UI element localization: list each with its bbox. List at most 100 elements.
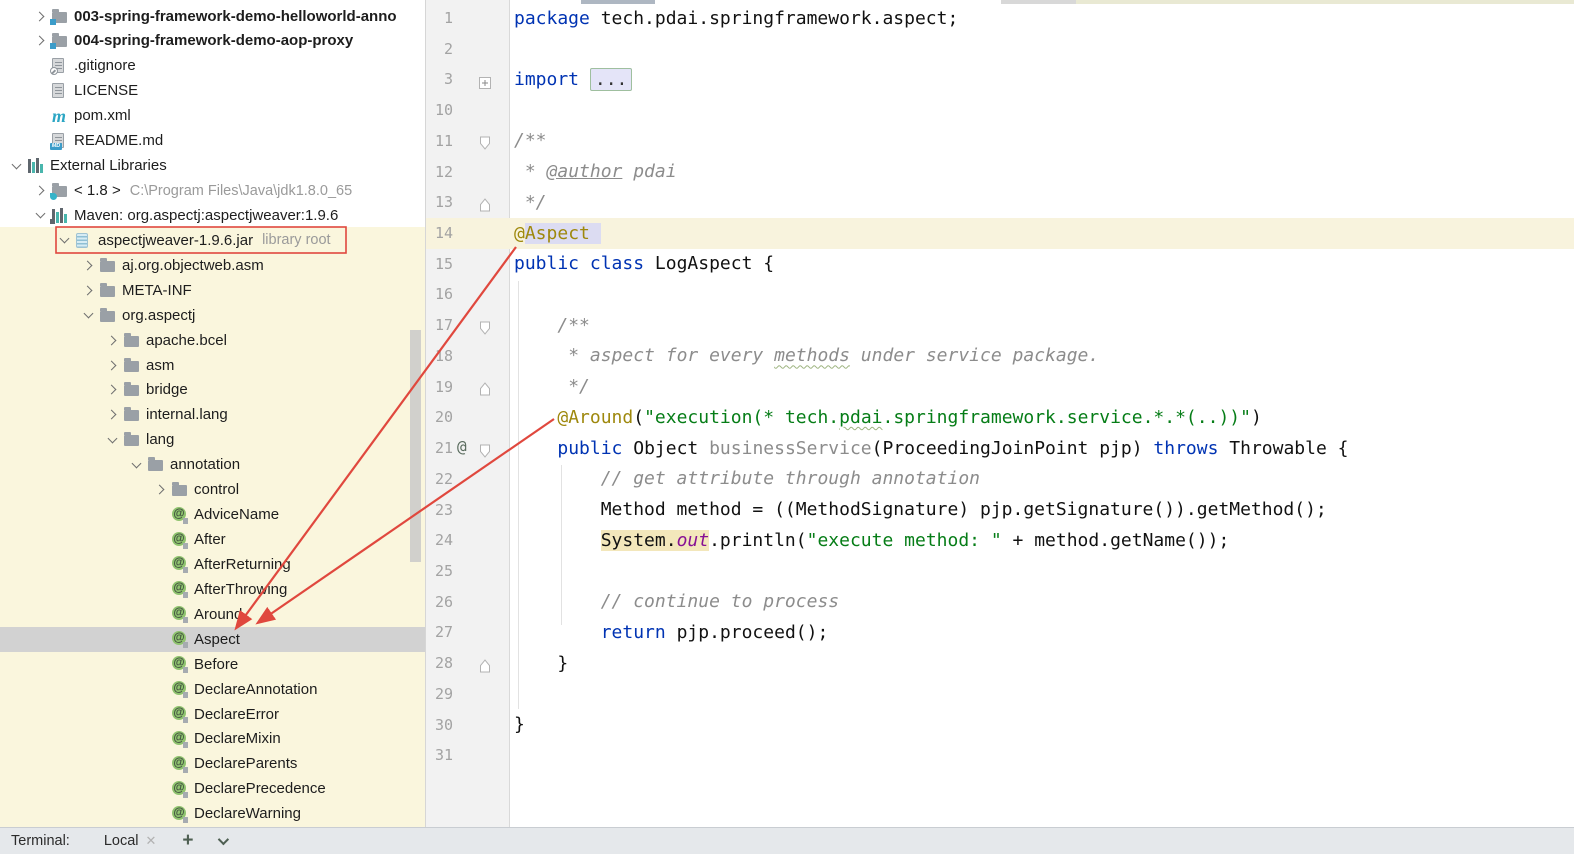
tree-item-aspect[interactable]: @Aspect (0, 627, 425, 652)
fold-end-icon[interactable] (479, 657, 491, 678)
fold-start-icon[interactable] (479, 442, 491, 463)
code-line-27[interactable]: 27 return pjp.proceed(); (426, 617, 1574, 648)
tree-chevron-collapsed[interactable] (100, 411, 124, 418)
code-line-2[interactable]: 2 (426, 33, 1574, 64)
fold-start-icon[interactable] (479, 319, 491, 340)
tree-item-declarewarning[interactable]: @DeclareWarning (0, 801, 425, 826)
tree-chevron-expanded[interactable] (100, 438, 124, 442)
line-number[interactable]: 20 (426, 408, 453, 426)
terminal-options-chevron-icon[interactable] (217, 834, 228, 845)
code-line-1[interactable]: 1package tech.pdai.springframework.aspec… (426, 3, 1574, 34)
tree-chevron-collapsed[interactable] (28, 37, 52, 44)
line-number[interactable]: 15 (426, 255, 453, 273)
line-number[interactable]: 25 (426, 562, 453, 580)
fold-end-icon[interactable] (479, 196, 491, 217)
tree-item-aj-org-objectweb-asm[interactable]: aj.org.objectweb.asm (0, 253, 425, 278)
line-number[interactable]: 30 (426, 716, 453, 734)
tree-item-readme-md[interactable]: MDREADME.md (0, 128, 425, 153)
tree-item-org-aspectj[interactable]: org.aspectj (0, 303, 425, 328)
tree-item-around[interactable]: @Around (0, 602, 425, 627)
tree-chevron-collapsed[interactable] (28, 13, 52, 20)
line-number[interactable]: 28 (426, 654, 453, 672)
tree-item-maven-org-aspectj-aspectjweaver-1-9-6[interactable]: Maven: org.aspectj:aspectjweaver:1.9.6 (0, 203, 425, 228)
tree-chevron-expanded[interactable] (76, 313, 100, 317)
tree-chevron-collapsed[interactable] (100, 362, 124, 369)
tree-item-aspectjweaver-1-9-6-jar[interactable]: aspectjweaver-1.9.6.jarlibrary root (0, 228, 425, 253)
code-line-16[interactable]: 16 (426, 279, 1574, 310)
tree-chevron-collapsed[interactable] (100, 386, 124, 393)
line-number[interactable]: 12 (426, 163, 453, 181)
code-line-28[interactable]: 28 } (426, 648, 1574, 679)
line-number[interactable]: 31 (426, 746, 453, 764)
code-line-3[interactable]: 3import ... (426, 64, 1574, 95)
code-line-10[interactable]: 10 (426, 95, 1574, 126)
tree-chevron-collapsed[interactable] (28, 187, 52, 194)
unfold-imports-icon[interactable] (479, 73, 491, 94)
code-line-25[interactable]: 25 (426, 555, 1574, 586)
code-line-21[interactable]: 21@ public Object businessService(Procee… (426, 433, 1574, 464)
code-line-23[interactable]: 23 Method method = ((MethodSignature) pj… (426, 494, 1574, 525)
line-number[interactable]: 14 (426, 224, 453, 242)
code-line-22[interactable]: 22 // get attribute through annotation (426, 463, 1574, 494)
terminal-tab-local[interactable]: Local ✕ (104, 833, 157, 849)
tree-item-external-libraries[interactable]: External Libraries (0, 153, 425, 178)
code-line-31[interactable]: 31 (426, 740, 1574, 771)
tree-item-afterreturning[interactable]: @AfterReturning (0, 552, 425, 577)
tree-item-internal-lang[interactable]: internal.lang (0, 402, 425, 427)
line-number[interactable]: 3 (426, 70, 453, 88)
tree-item-control[interactable]: control (0, 477, 425, 502)
tree-item--1-8-[interactable]: < 1.8 >C:\Program Files\Java\jdk1.8.0_65 (0, 178, 425, 203)
tree-chevron-expanded[interactable] (4, 164, 28, 168)
line-number[interactable]: 26 (426, 593, 453, 611)
code-line-20[interactable]: 20 @Around("execution(* tech.pdai.spring… (426, 402, 1574, 433)
new-terminal-session-button[interactable]: + (182, 832, 193, 850)
tree-item--gitignore[interactable]: .gitignore (0, 53, 425, 78)
tree-chevron-collapsed[interactable] (76, 262, 100, 269)
code-line-15[interactable]: 15public class LogAspect { (426, 248, 1574, 279)
line-number[interactable]: 29 (426, 685, 453, 703)
line-number[interactable]: 19 (426, 378, 453, 396)
tree-chevron-collapsed[interactable] (76, 287, 100, 294)
tree-item-before[interactable]: @Before (0, 652, 425, 677)
line-number[interactable]: 16 (426, 285, 453, 303)
tree-item-annotation[interactable]: annotation (0, 452, 425, 477)
tree-scrollbar-thumb[interactable] (410, 330, 421, 562)
tree-item-advicename[interactable]: @AdviceName (0, 502, 425, 527)
line-number[interactable]: 18 (426, 347, 453, 365)
tree-item-004-spring-framework-demo-aop-proxy[interactable]: 004-spring-framework-demo-aop-proxy (0, 28, 425, 53)
tree-chevron-collapsed[interactable] (148, 486, 172, 493)
code-line-19[interactable]: 19 */ (426, 371, 1574, 402)
line-number[interactable]: 2 (426, 40, 453, 58)
tree-item-meta-inf[interactable]: META-INF (0, 278, 425, 303)
fold-start-icon[interactable] (479, 134, 491, 155)
code-line-17[interactable]: 17 /** (426, 310, 1574, 341)
tree-chevron-expanded[interactable] (52, 238, 76, 242)
code-line-30[interactable]: 30} (426, 709, 1574, 740)
fold-end-icon[interactable] (479, 380, 491, 401)
tree-chevron-expanded[interactable] (124, 463, 148, 467)
line-number[interactable]: 22 (426, 470, 453, 488)
tree-item-003-spring-framework-demo-helloworld-anno[interactable]: 003-spring-framework-demo-helloworld-ann… (0, 4, 425, 29)
tree-item-pom-xml[interactable]: mpom.xml (0, 103, 425, 128)
code-editor[interactable]: 1package tech.pdai.springframework.aspec… (425, 0, 1574, 827)
line-number[interactable]: 17 (426, 316, 453, 334)
code-line-11[interactable]: 11/** (426, 125, 1574, 156)
tree-item-bridge[interactable]: bridge (0, 377, 425, 402)
tree-item-lang[interactable]: lang (0, 427, 425, 452)
tree-item-declareerror[interactable]: @DeclareError (0, 702, 425, 727)
code-line-26[interactable]: 26 // continue to process (426, 586, 1574, 617)
tree-item-apache-bcel[interactable]: apache.bcel (0, 328, 425, 353)
line-number[interactable]: 27 (426, 623, 453, 641)
code-line-29[interactable]: 29 (426, 678, 1574, 709)
line-number[interactable]: 10 (426, 101, 453, 119)
tree-item-declareprecedence[interactable]: @DeclarePrecedence (0, 776, 425, 801)
tree-chevron-expanded[interactable] (28, 213, 52, 217)
code-line-18[interactable]: 18 * aspect for every methods under serv… (426, 340, 1574, 371)
line-number[interactable]: 11 (426, 132, 453, 150)
tree-item-after[interactable]: @After (0, 527, 425, 552)
tree-item-declaremixin[interactable]: @DeclareMixin (0, 726, 425, 751)
gutter-annotation-icon[interactable]: @ (457, 437, 467, 456)
tree-item-declareparents[interactable]: @DeclareParents (0, 751, 425, 776)
code-line-12[interactable]: 12 * @author pdai (426, 156, 1574, 187)
tree-chevron-collapsed[interactable] (100, 337, 124, 344)
